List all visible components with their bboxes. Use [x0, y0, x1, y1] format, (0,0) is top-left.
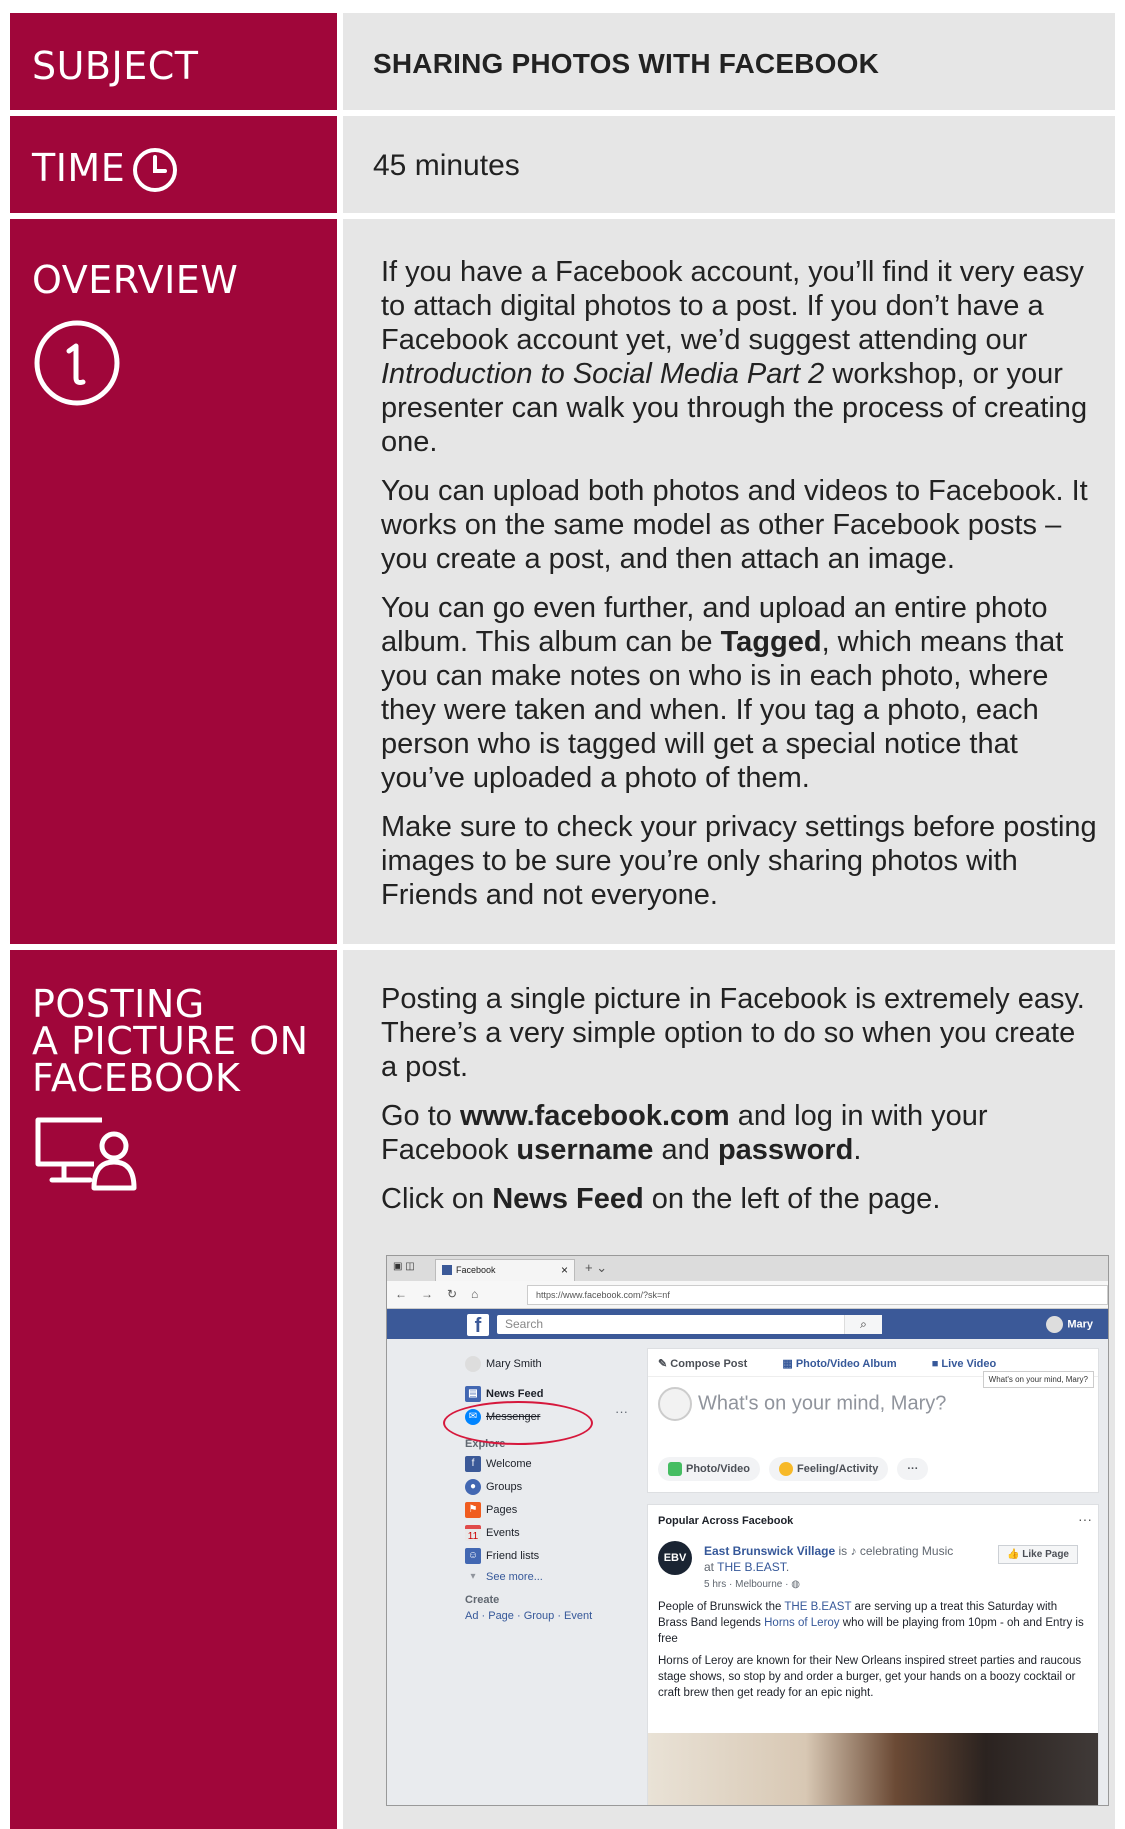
clock-icon: [133, 148, 177, 192]
computer-user-icon: [35, 1117, 137, 1191]
nav-events[interactable]: 11 Events: [465, 1525, 520, 1543]
posting-paragraph-2: Go to www.facebook.com and log in with y…: [381, 1100, 988, 1166]
facebook-top-bar: f Search ⌕ Mary: [387, 1309, 1108, 1339]
info-icon: [34, 320, 120, 406]
time-label: TIME: [32, 146, 126, 190]
posting-label-cell: POSTING A PICTURE ON FACEBOOK: [10, 950, 337, 1829]
news-feed-highlight-circle: [443, 1401, 593, 1445]
calendar-icon: 11: [465, 1525, 481, 1542]
overview-label-cell: OVERVIEW: [10, 219, 337, 944]
photo-icon: [668, 1462, 682, 1476]
tab-live-video[interactable]: ■ Live Video: [932, 1358, 1013, 1370]
facebook-favicon-icon: [442, 1265, 452, 1275]
url-field[interactable]: https://www.facebook.com/?sk=nf: [527, 1285, 1108, 1305]
avatar: [658, 1387, 692, 1421]
feed-post: Popular Across Facebook ··· EBV East Bru…: [647, 1504, 1099, 1805]
overview-text: If you have a Facebook account, you’ll f…: [381, 255, 1097, 927]
news-feed-more-icon[interactable]: ···: [615, 1404, 628, 1419]
posting-label: POSTING A PICTURE ON FACEBOOK: [32, 982, 309, 1100]
composer-input[interactable]: What's on your mind, Mary?: [658, 1387, 946, 1421]
subject-value-cell: SHARING PHOTOS WITH FACEBOOK: [343, 13, 1115, 110]
chevron-down-icon: ▾: [470, 1571, 476, 1582]
time-label-cell: TIME: [10, 116, 337, 213]
composer-tooltip: What's on your mind, Mary?: [982, 1371, 1094, 1388]
overview-paragraph-3: You can go even further, and upload an e…: [381, 592, 1064, 794]
tab-compose-post[interactable]: ✎ Compose Post: [658, 1358, 763, 1370]
composer-actions: Photo/Video Feeling/Activity ···: [658, 1457, 934, 1481]
globe-icon: ◍: [791, 1579, 800, 1590]
page-avatar[interactable]: EBV: [658, 1541, 692, 1575]
browser-tab[interactable]: Facebook ×: [435, 1259, 575, 1281]
friends-icon: ☺: [465, 1548, 481, 1564]
like-page-button[interactable]: 👍 Like Page: [998, 1545, 1078, 1564]
nav-welcome[interactable]: f Welcome: [465, 1456, 532, 1474]
groups-icon: ●: [465, 1479, 481, 1495]
nav-create-links[interactable]: Ad · Page · Group · Event: [465, 1610, 592, 1628]
overview-paragraph-2: You can upload both photos and videos to…: [381, 475, 1088, 575]
nav-groups[interactable]: ● Groups: [465, 1479, 522, 1497]
flag-icon: ⚑: [465, 1502, 481, 1518]
post-image[interactable]: [648, 1733, 1098, 1805]
posting-paragraph-3: Click on News Feed on the left of the pa…: [381, 1183, 941, 1215]
close-tab-icon[interactable]: ×: [561, 1263, 568, 1277]
more-options-button[interactable]: ···: [897, 1457, 929, 1480]
address-bar: ←→↻⌂ https://www.facebook.com/?sk=nf: [387, 1281, 1108, 1309]
nav-create-heading: Create: [465, 1594, 500, 1606]
post-title: East Brunswick Village is ♪ celebrating …: [704, 1544, 954, 1574]
subject-label-cell: SUBJECT: [10, 13, 337, 110]
posting-paragraph-1: Posting a single picture in Facebook is …: [381, 983, 1085, 1083]
subject-title: SHARING PHOTOS WITH FACEBOOK: [373, 48, 879, 79]
new-tab-icon[interactable]: + ⌄: [585, 1260, 607, 1276]
facebook-screenshot: ▣ ◫ Facebook × + ⌄ ←→↻⌂ https://www.face…: [386, 1255, 1109, 1806]
facebook-url: www.facebook.com: [460, 1100, 730, 1132]
photo-video-button[interactable]: Photo/Video: [658, 1457, 760, 1481]
profile-avatar-icon: [465, 1356, 481, 1372]
nav-pages[interactable]: ⚑ Pages: [465, 1502, 517, 1520]
profile-button[interactable]: Mary: [1046, 1316, 1093, 1333]
news-feed-icon: ▤: [465, 1386, 481, 1402]
facebook-logo[interactable]: f: [467, 1314, 489, 1337]
time-value-cell: 45 minutes: [343, 116, 1115, 213]
overview-content-cell: If you have a Facebook account, you’ll f…: [343, 219, 1115, 944]
search-icon[interactable]: ⌕: [844, 1315, 882, 1334]
tab-photo-album[interactable]: ▦ Photo/Video Album: [782, 1358, 912, 1370]
post-composer: ✎ Compose Post ▦ Photo/Video Album ■ Liv…: [647, 1348, 1099, 1493]
overview-label: OVERVIEW: [32, 258, 239, 302]
nav-see-more[interactable]: ▾ See more...: [465, 1569, 542, 1587]
overview-paragraph-1: If you have a Facebook account, you’ll f…: [381, 256, 1088, 458]
nav-profile[interactable]: Mary Smith: [465, 1356, 542, 1374]
post-meta: 5 hrs · Melbourne · ◍: [704, 1579, 800, 1590]
subject-label: SUBJECT: [32, 44, 199, 88]
posting-text: Posting a single picture in Facebook is …: [381, 982, 1097, 1231]
post-body: People of Brunswick the THE B.EAST are s…: [658, 1601, 1084, 1699]
window-icons: ▣ ◫: [393, 1261, 415, 1272]
more-icon[interactable]: ···: [1078, 1511, 1092, 1527]
feeling-activity-button[interactable]: Feeling/Activity: [769, 1457, 889, 1481]
facebook-search-input[interactable]: Search ⌕: [497, 1315, 882, 1334]
feed-heading: Popular Across Facebook: [658, 1515, 794, 1527]
smiley-icon: [779, 1462, 794, 1476]
overview-paragraph-4: Make sure to check your privacy settings…: [381, 811, 1097, 911]
avatar: [1046, 1316, 1064, 1333]
facebook-icon: f: [465, 1456, 481, 1472]
nav-friend-lists[interactable]: ☺ Friend lists: [465, 1548, 539, 1566]
browser-tab-bar: ▣ ◫ Facebook × + ⌄: [387, 1256, 1108, 1281]
time-value: 45 minutes: [373, 149, 520, 182]
browser-nav-icons[interactable]: ←→↻⌂: [395, 1287, 492, 1301]
